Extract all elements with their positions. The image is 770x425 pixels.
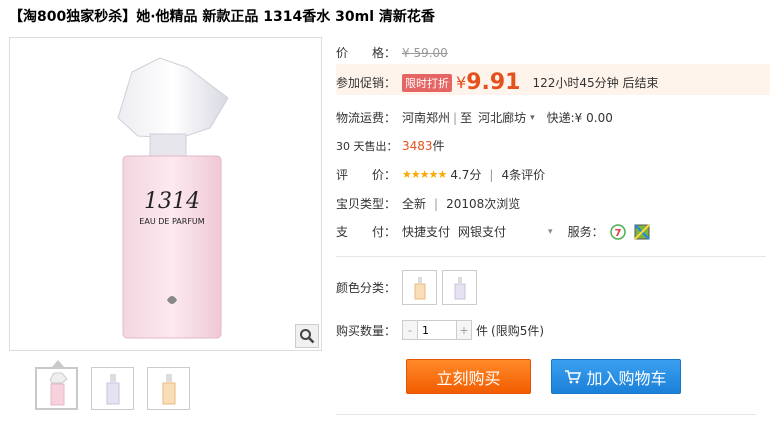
sales-label: 30 天售出： bbox=[336, 139, 398, 153]
rating-label: 评 价： bbox=[336, 168, 397, 182]
product-views: 20108次浏览 bbox=[446, 197, 521, 211]
service-7day-icon[interactable]: 7 bbox=[609, 223, 626, 240]
rating-row: 评 价： ★★★★★ 4.7分 | 4条评价 bbox=[336, 166, 545, 183]
original-price: ¥ 59.00 bbox=[402, 45, 448, 60]
service-guarantee-icon[interactable] bbox=[633, 223, 650, 240]
payment-label: 支 付： bbox=[336, 225, 397, 239]
quantity-row: 购买数量： - + 件 (限购5件) bbox=[336, 320, 544, 340]
product-type-label: 宝贝类型： bbox=[336, 197, 397, 211]
shipping-destination-select[interactable]: 河北廊坊 bbox=[478, 109, 526, 126]
zoom-icon bbox=[300, 329, 315, 344]
thumbnail-purple-image bbox=[106, 373, 119, 404]
sales-row: 30 天售出： 3483 件 bbox=[336, 137, 445, 154]
add-to-cart-label: 加入购物车 bbox=[586, 368, 667, 388]
service-label: 服务： bbox=[567, 225, 604, 239]
shipping-fee-label: 快递: bbox=[546, 111, 575, 125]
quantity-limit: (限购5件) bbox=[491, 323, 545, 338]
perfume-bottle-image: 1314 EAU DE PARFUM bbox=[117, 57, 229, 339]
color-orange-image bbox=[414, 276, 425, 299]
cart-icon bbox=[565, 369, 582, 383]
svg-text:7: 7 bbox=[614, 228, 621, 239]
color-option-purple[interactable] bbox=[442, 270, 477, 305]
product-type-row: 宝贝类型： 全新 | 20108次浏览 bbox=[336, 195, 520, 212]
quantity-decrease-button[interactable]: - bbox=[403, 321, 417, 339]
promo-countdown: 122小时45分钟 后结束 bbox=[532, 76, 659, 90]
thumbnail-orange[interactable] bbox=[147, 367, 190, 410]
bottom-divider bbox=[336, 414, 756, 415]
thumbnail-pink-image bbox=[48, 372, 68, 405]
quantity-stepper: - + bbox=[402, 320, 472, 340]
thumbnail-strip bbox=[35, 360, 190, 410]
product-type-divider: | bbox=[434, 196, 439, 211]
reviews-link[interactable]: 4条评价 bbox=[501, 166, 545, 183]
main-product-image[interactable]: 1314 EAU DE PARFUM bbox=[9, 37, 322, 351]
buy-now-button[interactable]: 立刻购买 bbox=[406, 359, 531, 394]
shipping-divider: | bbox=[453, 110, 458, 125]
quantity-input[interactable] bbox=[417, 321, 457, 339]
product-title: 【淘800独家秒杀】她·他精品 新款正品 1314香水 30ml 清新花香 bbox=[9, 9, 435, 25]
quantity-increase-button[interactable]: + bbox=[457, 321, 471, 339]
color-row: 颜色分类： bbox=[336, 270, 482, 305]
rating-score: 4.7分 bbox=[450, 168, 482, 182]
dropdown-arrow-icon[interactable]: ▾ bbox=[548, 227, 553, 237]
thumbnail-pink[interactable] bbox=[35, 360, 78, 410]
shipping-fee: ¥ 0.00 bbox=[574, 110, 613, 125]
promo-currency: ¥ bbox=[456, 73, 467, 92]
sales-unit: 件 bbox=[432, 139, 445, 153]
action-buttons: 立刻购买 加入购物车 bbox=[406, 359, 681, 394]
color-option-orange[interactable] bbox=[402, 270, 437, 305]
bottle-brand-text: 1314 bbox=[144, 189, 200, 214]
promo-label: 参加促销： bbox=[336, 76, 397, 90]
shipping-to-prefix: 至 bbox=[460, 111, 473, 125]
promo-row: 参加促销： 限时打折 ¥ 9.91 122小时45分钟 后结束 bbox=[336, 70, 658, 95]
rating-stars: ★★★★★ bbox=[402, 168, 447, 181]
promo-price: 9.91 bbox=[466, 70, 521, 95]
payment-method-express[interactable]: 快捷支付 bbox=[402, 223, 450, 240]
sales-count: 3483 bbox=[402, 138, 433, 153]
quantity-unit: 件 bbox=[476, 323, 489, 338]
color-purple-image bbox=[454, 276, 465, 299]
price-label: 价 格： bbox=[336, 46, 397, 60]
payment-row: 支 付： 快捷支付 网银支付 ▾ 服务： 7 bbox=[336, 223, 650, 240]
payment-method-bank[interactable]: 网银支付 bbox=[458, 223, 506, 240]
section-divider bbox=[336, 256, 766, 257]
zoom-button[interactable] bbox=[295, 324, 319, 348]
color-label: 颜色分类： bbox=[336, 281, 397, 295]
dropdown-arrow-icon[interactable]: ▾ bbox=[530, 113, 535, 123]
add-to-cart-button[interactable]: 加入购物车 bbox=[551, 359, 681, 394]
price-row: 价 格： ¥ 59.00 bbox=[336, 44, 448, 61]
product-condition: 全新 bbox=[402, 197, 427, 211]
thumbnail-orange-image bbox=[162, 373, 175, 404]
thumbnail-purple[interactable] bbox=[91, 367, 134, 410]
rating-divider: | bbox=[489, 167, 494, 182]
bottle-sub-text: EAU DE PARFUM bbox=[139, 217, 204, 226]
shipping-from: 河南郑州 bbox=[402, 111, 451, 125]
shipping-row: 物流运费： 河南郑州 | 至 河北廊坊 ▾ 快递: ¥ 0.00 bbox=[336, 109, 613, 126]
shipping-label: 物流运费： bbox=[336, 111, 397, 125]
promo-tag: 限时打折 bbox=[402, 73, 452, 92]
quantity-label: 购买数量： bbox=[336, 323, 397, 338]
